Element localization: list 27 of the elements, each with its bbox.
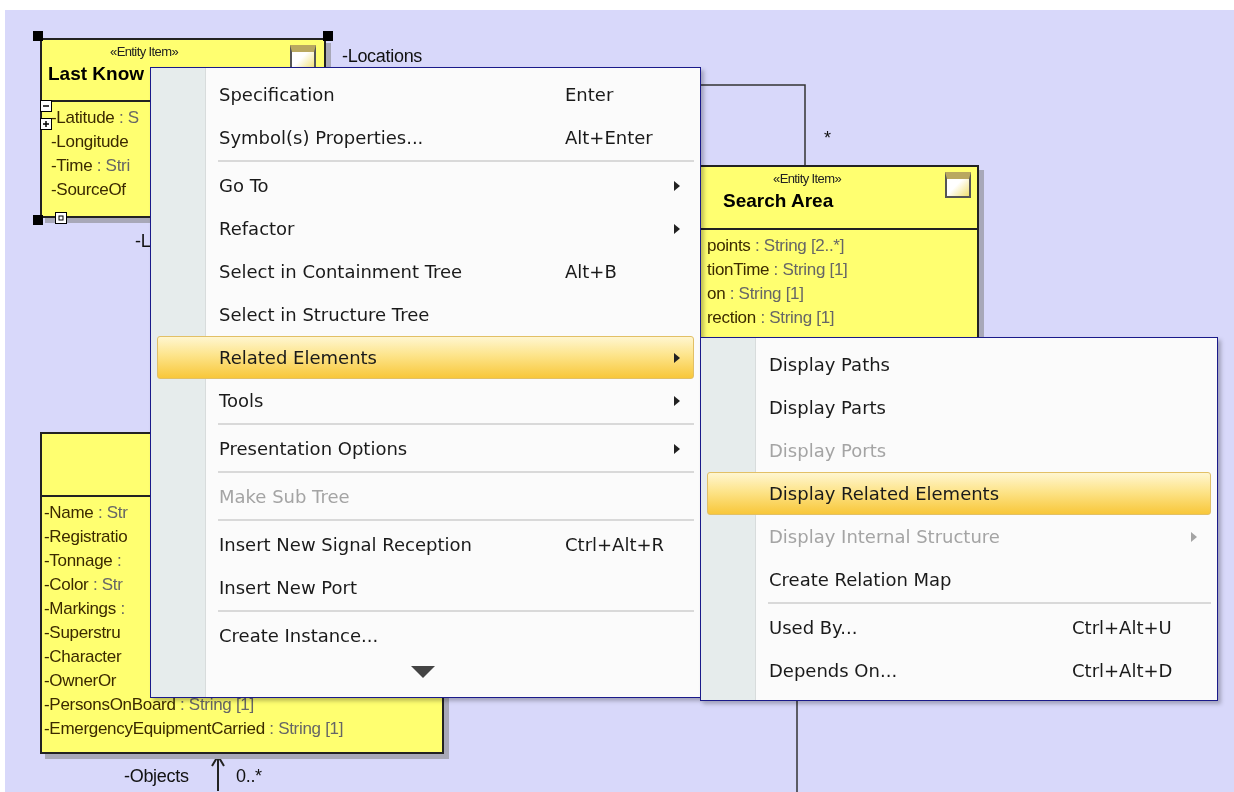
attribute-text: -Name : Str [44, 502, 128, 524]
attribute-text: -Character [44, 646, 122, 668]
attribute-text: tionTime : String [1] [707, 259, 848, 281]
attribute-text: on : String [1] [707, 283, 804, 305]
attribute-text: -OwnerOr [44, 670, 117, 692]
attribute-text: -Superstru [44, 622, 121, 644]
attribute-text: -Registratio [44, 526, 128, 548]
attribute-text: -EmergencyEquipmentCarried : String [1] [44, 718, 344, 740]
association-label: 0..* [236, 766, 262, 787]
attribute-text: -Latitude : S [51, 107, 139, 129]
attribute-text: -PersonsOnBoard : String [1] [44, 694, 254, 716]
association-label: -Locations [342, 46, 423, 67]
attribute-text: points : String [2..*] [707, 235, 845, 257]
attribute-text: -Time : Stri [51, 155, 130, 177]
attribute-text: -Color : Str [44, 574, 123, 596]
attribute-text: -Tonnage : [44, 550, 122, 572]
attribute-text: -Longitude [51, 131, 129, 153]
class-name: Last Know [48, 63, 145, 85]
class-name: Search Area [722, 190, 834, 212]
attribute-text: -Markings : [44, 598, 125, 620]
attribute-text: rection : String [1] [707, 307, 835, 329]
association-label: * [824, 128, 831, 149]
stereotype-label: «Entity Item» [109, 44, 179, 59]
association-label: -L [135, 231, 151, 252]
association-label: -Objects [124, 766, 189, 787]
attribute-text: -SourceOf [51, 179, 126, 201]
stereotype-label: «Entity Item» [772, 171, 842, 186]
